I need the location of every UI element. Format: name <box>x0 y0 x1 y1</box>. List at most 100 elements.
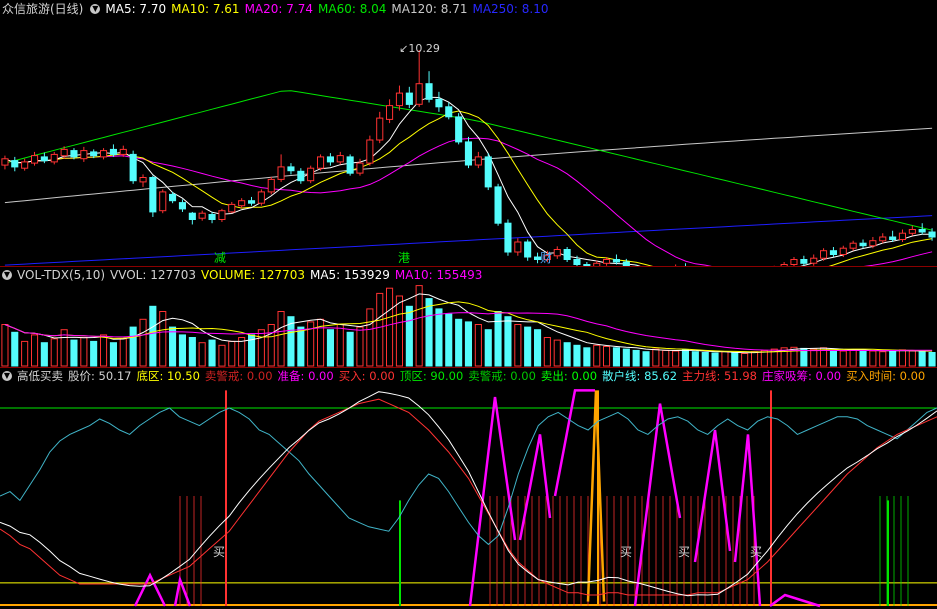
candle-body <box>800 259 808 264</box>
candle-body <box>50 153 58 163</box>
volume-bar <box>267 324 275 367</box>
candle-body <box>346 156 354 174</box>
candle-body <box>514 241 522 253</box>
candle-body <box>228 203 236 213</box>
volume-bar <box>425 298 433 367</box>
candle-body <box>1 158 9 166</box>
candle-body <box>839 247 847 255</box>
candle-body <box>524 241 532 258</box>
volume-bar <box>395 295 403 367</box>
volume-bar <box>464 321 472 367</box>
candle-body <box>405 92 413 105</box>
volume-bar <box>701 352 709 367</box>
volume-bar <box>603 346 611 367</box>
volume-bar <box>494 311 502 367</box>
price-chart[interactable]: ↙10.29↖7.16减港财 <box>0 0 937 266</box>
candle-body <box>238 200 246 207</box>
candle-body <box>829 250 838 255</box>
volume-bar <box>80 337 88 367</box>
candle-body <box>356 162 364 174</box>
candle-body <box>119 148 127 155</box>
volume-bar <box>100 334 108 367</box>
candle-body <box>287 166 295 172</box>
price-line <box>0 391 937 597</box>
price-pane: 众信旅游(日线) ▼ MA5: 7.70 MA10: 7.61 MA20: 7.… <box>0 0 937 266</box>
candle-body <box>908 229 916 234</box>
volume-bar <box>474 324 482 367</box>
candle-body <box>198 212 206 219</box>
volume-bar <box>681 349 690 367</box>
volume-bar <box>652 348 660 367</box>
volume-bar <box>632 349 640 367</box>
volume-bar <box>169 326 177 367</box>
volume-bar <box>859 349 867 367</box>
candle-body <box>820 250 828 259</box>
volume-bar <box>839 350 847 367</box>
volume-bar <box>228 340 236 367</box>
candle-body <box>307 167 315 182</box>
candle-body <box>494 186 502 224</box>
indicator-pane: ▼ 高低买卖 股价: 50.17 底区: 10.50 卖警戒: 0.00 准备:… <box>0 368 937 609</box>
absorb-spike <box>553 389 595 497</box>
volume-bar <box>50 338 58 367</box>
candle-body <box>859 242 867 247</box>
volume-bar <box>583 347 591 367</box>
volume-bar <box>889 349 897 367</box>
candle-body <box>504 222 512 253</box>
volume-bar <box>31 334 39 367</box>
volume-bar <box>751 351 759 367</box>
volume-bar <box>277 311 285 367</box>
volume-bar <box>218 344 226 367</box>
volume-bar <box>563 342 571 367</box>
candle-body <box>326 156 334 163</box>
candle-body <box>879 236 887 242</box>
volume-bar <box>810 348 818 367</box>
event-marker: 财 <box>540 251 552 265</box>
volume-bar <box>918 351 926 367</box>
volume-bar <box>760 349 768 367</box>
candle-body <box>553 249 561 257</box>
volume-bar <box>622 348 630 367</box>
volume-bar <box>356 326 364 367</box>
indicator-chart[interactable]: 买买买买 <box>0 368 937 609</box>
candle-body <box>70 150 78 158</box>
candle-body <box>425 83 433 100</box>
volume-bar <box>928 352 936 367</box>
candle-body <box>455 116 463 143</box>
candle-body <box>790 259 798 265</box>
main-force-line <box>0 398 937 596</box>
ma10-line <box>4 110 933 266</box>
candle-body <box>208 214 216 220</box>
candle-body <box>435 98 443 108</box>
ma250-line <box>4 215 933 266</box>
candle-body <box>573 259 581 265</box>
candle-body <box>149 177 157 213</box>
candle-body <box>178 202 186 210</box>
volume-bar <box>898 349 907 367</box>
candle-body <box>889 236 897 240</box>
buy-time-spike <box>586 390 606 602</box>
event-marker: 减 <box>214 251 226 265</box>
buy-label: 买 <box>213 545 225 559</box>
volume-bar <box>741 353 749 367</box>
volume-bar <box>109 342 118 367</box>
candle-body <box>898 232 907 240</box>
volume-bar <box>11 331 19 367</box>
volume-bar <box>445 313 453 367</box>
candle-body <box>129 153 137 182</box>
volume-bar <box>346 331 354 367</box>
volume-bar <box>721 351 729 367</box>
volume-bar <box>415 285 423 367</box>
candle-body <box>317 156 325 169</box>
volume-bar <box>573 344 581 367</box>
candle-body <box>169 193 177 202</box>
candle-body <box>376 117 384 141</box>
candle-body <box>100 150 108 158</box>
volume-bar <box>593 344 601 367</box>
volume-pane: ▼ VOL-TDX(5,10) VVOL: 127703 VOLUME: 127… <box>0 267 937 367</box>
candle-body <box>336 155 344 163</box>
candle-body <box>366 139 374 164</box>
volume-bar <box>40 342 48 367</box>
candle-body <box>464 141 472 166</box>
volume-chart[interactable] <box>0 267 937 367</box>
